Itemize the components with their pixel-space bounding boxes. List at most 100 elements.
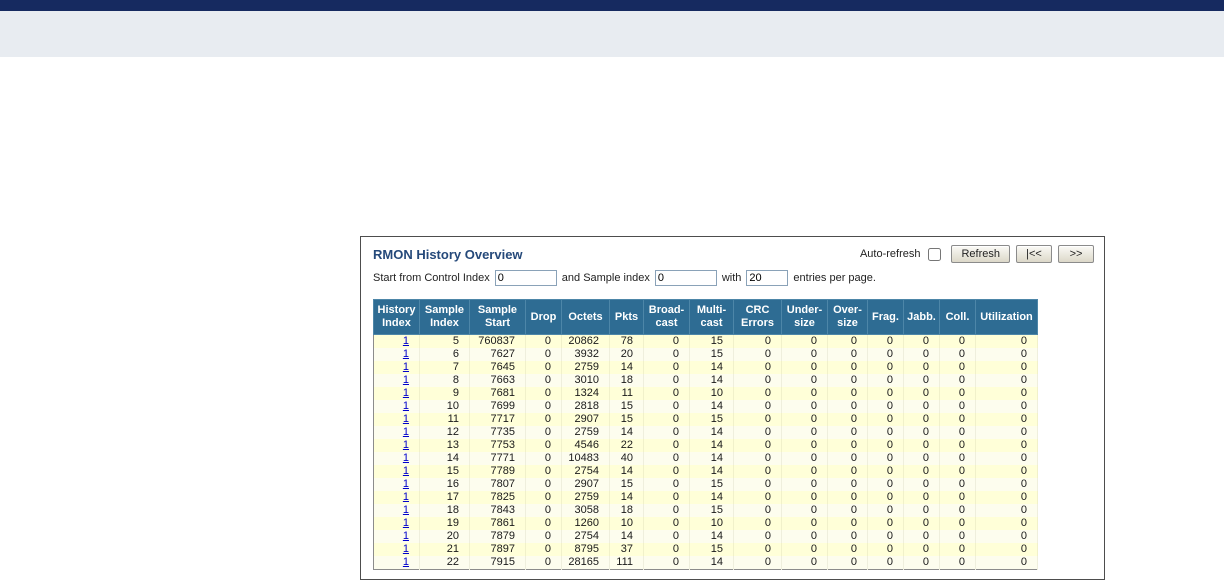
history-index-link[interactable]: 1 (403, 400, 409, 412)
table-cell: 14 (689, 530, 734, 543)
table-cell: 14 (689, 439, 734, 452)
table-cell: 6 (419, 348, 470, 361)
next-page-button[interactable]: >> (1058, 245, 1094, 263)
history-index-link[interactable]: 1 (403, 530, 409, 542)
table-cell: 0 (781, 478, 828, 491)
history-index-link[interactable]: 1 (403, 335, 409, 347)
table-cell: 0 (781, 504, 828, 517)
table-cell: 0 (827, 387, 868, 400)
table-row: 1 22 7915 0 28165 111 0 14 0 0 0 0 0 0 0 (373, 556, 1038, 570)
table-cell: 0 (733, 426, 782, 439)
rmon-history-table: History Index Sample Index Sample Start Dro… (373, 299, 1038, 570)
with-label: with (721, 272, 742, 284)
table-cell: 0 (867, 348, 904, 361)
table-cell: 7735 (469, 426, 526, 439)
history-index-link[interactable]: 1 (403, 556, 409, 568)
table-cell: 20 (609, 348, 644, 361)
history-index-cell: 1 (373, 374, 420, 387)
table-cell: 0 (939, 530, 976, 543)
table-row: 1 19 7861 0 1260 10 0 10 0 0 0 0 0 0 0 (373, 517, 1038, 530)
table-cell: 0 (643, 361, 690, 374)
table-cell: 2759 (561, 361, 610, 374)
refresh-button[interactable]: Refresh (951, 245, 1010, 263)
table-cell: 14 (689, 491, 734, 504)
table-cell: 0 (827, 465, 868, 478)
table-row: 1 11 7717 0 2907 15 0 15 0 0 0 0 0 0 0 (373, 413, 1038, 426)
history-index-link[interactable]: 1 (403, 465, 409, 477)
table-cell: 28165 (561, 556, 610, 570)
history-index-link[interactable]: 1 (403, 452, 409, 464)
table-cell: 5 (419, 334, 470, 348)
column-header: CRC Errors (733, 299, 782, 335)
table-cell: 14 (609, 530, 644, 543)
table-cell: 0 (643, 387, 690, 400)
table-row: 1 18 7843 0 3058 18 0 15 0 0 0 0 0 0 0 (373, 504, 1038, 517)
table-cell: 0 (525, 517, 562, 530)
table-cell: 2754 (561, 465, 610, 478)
table-cell: 0 (939, 491, 976, 504)
table-cell: 0 (643, 504, 690, 517)
column-header: Sample Start (469, 299, 526, 335)
history-index-link[interactable]: 1 (403, 504, 409, 516)
history-index-cell: 1 (373, 413, 420, 426)
table-cell: 7861 (469, 517, 526, 530)
history-index-link[interactable]: 1 (403, 413, 409, 425)
table-cell: 7915 (469, 556, 526, 570)
table-cell: 0 (643, 334, 690, 348)
table-cell: 14 (419, 452, 470, 465)
history-index-link[interactable]: 1 (403, 491, 409, 503)
table-cell: 0 (975, 413, 1038, 426)
column-header: Octets (561, 299, 610, 335)
table-row: 1 21 7897 0 8795 37 0 15 0 0 0 0 0 0 0 (373, 543, 1038, 556)
table-cell: 0 (827, 374, 868, 387)
table-cell: 13 (419, 439, 470, 452)
table-cell: 7843 (469, 504, 526, 517)
control-index-input[interactable] (494, 270, 557, 286)
history-index-link[interactable]: 1 (403, 426, 409, 438)
table-cell: 16 (419, 478, 470, 491)
table-cell: 0 (781, 517, 828, 530)
entries-per-page-input[interactable] (746, 270, 789, 286)
table-cell: 0 (903, 387, 940, 400)
first-page-button[interactable]: |<< (1016, 245, 1052, 263)
history-index-link[interactable]: 1 (403, 517, 409, 529)
history-index-link[interactable]: 1 (403, 374, 409, 386)
table-cell: 7825 (469, 491, 526, 504)
table-cell: 14 (689, 556, 734, 570)
history-index-link[interactable]: 1 (403, 543, 409, 555)
table-cell: 0 (733, 348, 782, 361)
table-cell: 0 (643, 374, 690, 387)
history-index-cell: 1 (373, 452, 420, 465)
table-cell: 14 (609, 361, 644, 374)
table-cell: 0 (733, 452, 782, 465)
table-cell: 0 (643, 491, 690, 504)
history-index-link[interactable]: 1 (403, 361, 409, 373)
table-cell: 0 (903, 491, 940, 504)
sample-index-input[interactable] (654, 270, 717, 286)
table-cell: 0 (827, 439, 868, 452)
table-cell: 8795 (561, 543, 610, 556)
table-cell: 0 (903, 374, 940, 387)
table-cell: 0 (975, 400, 1038, 413)
table-cell: 0 (867, 491, 904, 504)
auto-refresh-checkbox[interactable] (928, 247, 942, 261)
history-index-link[interactable]: 1 (403, 478, 409, 490)
table-cell: 0 (525, 374, 562, 387)
table-cell: 0 (781, 334, 828, 348)
history-index-cell: 1 (373, 556, 420, 570)
history-index-link[interactable]: 1 (403, 348, 409, 360)
table-cell: 7717 (469, 413, 526, 426)
table-cell: 0 (781, 543, 828, 556)
history-index-link[interactable]: 1 (403, 387, 409, 399)
table-cell: 0 (903, 348, 940, 361)
table-cell: 0 (525, 348, 562, 361)
table-cell: 0 (733, 530, 782, 543)
table-cell: 0 (525, 400, 562, 413)
table-cell: 0 (733, 361, 782, 374)
column-header: Frag. (867, 299, 904, 335)
table-cell: 0 (903, 426, 940, 439)
history-index-link[interactable]: 1 (403, 439, 409, 451)
table-cell: 760837 (469, 334, 526, 348)
table-cell: 0 (525, 478, 562, 491)
table-cell: 78 (609, 334, 644, 348)
